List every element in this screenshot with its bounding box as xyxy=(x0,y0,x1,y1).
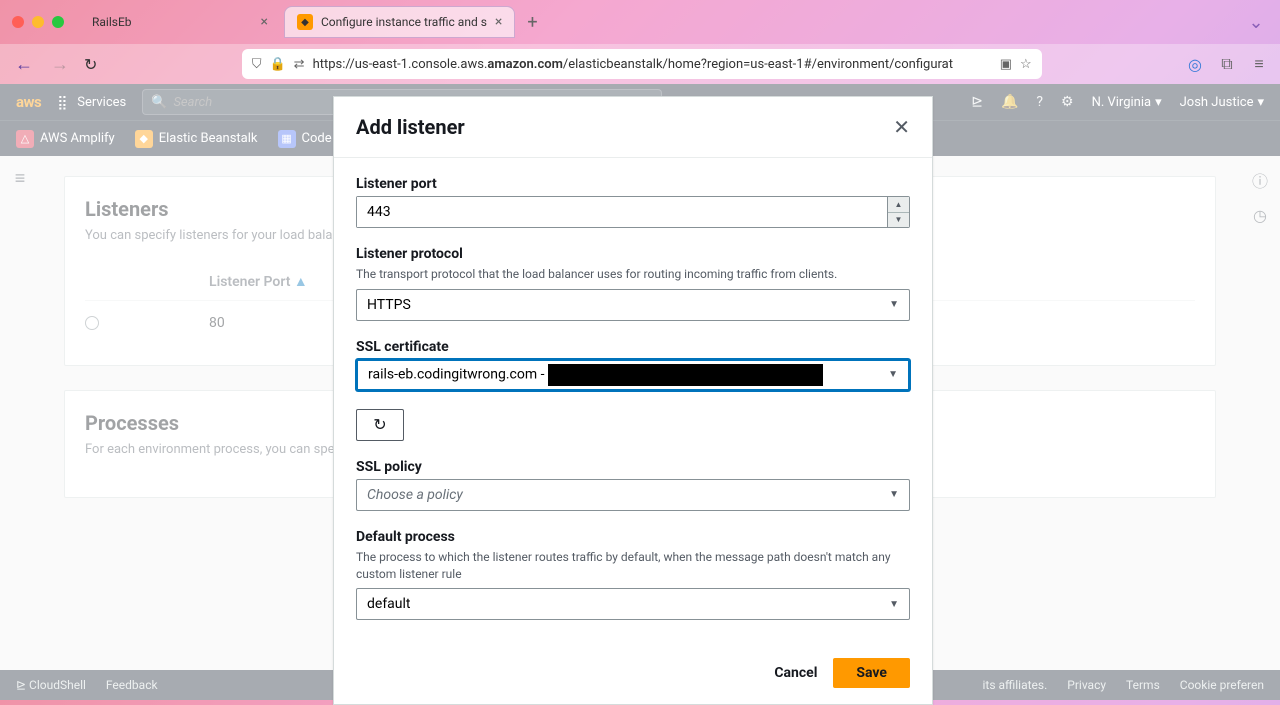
forward-button[interactable]: → xyxy=(48,54,72,75)
listener-protocol-label: Listener protocol xyxy=(356,246,910,262)
modal-footer: Cancel Save xyxy=(334,646,932,704)
save-button[interactable]: Save xyxy=(833,658,910,688)
extensions-icon[interactable]: ⧉ xyxy=(1218,55,1236,73)
select-value: HTTPS xyxy=(367,297,411,313)
close-icon[interactable]: × xyxy=(495,14,502,30)
reload-button[interactable]: ↻ xyxy=(84,55,97,74)
back-button[interactable]: ← xyxy=(12,54,36,75)
address-bar[interactable]: ⛉ 🔒 ⇄ https://us-east-1.console.aws.amaz… xyxy=(242,49,1042,79)
browser-toolbar-right: ◎ ⧉ ≡ xyxy=(1186,55,1268,73)
shield-icon[interactable]: ⛉ xyxy=(252,57,262,72)
select-placeholder: Choose a policy xyxy=(367,487,463,503)
aws-favicon-icon: ◆ xyxy=(297,14,313,30)
ssl-certificate-select[interactable]: rails-eb.codingitwrong.com - ▼ xyxy=(356,359,910,391)
field-default-process: Default process The process to which the… xyxy=(356,529,910,621)
select-value: rails-eb.codingitwrong.com - xyxy=(368,364,823,386)
chevron-down-icon[interactable]: ⌄ xyxy=(1244,12,1268,33)
reader-icon[interactable]: ▣ xyxy=(1000,57,1012,72)
redacted-text xyxy=(548,364,823,386)
number-spinner: ▲ ▼ xyxy=(887,197,909,227)
window-minimize[interactable] xyxy=(32,16,44,28)
lock-icon: 🔒 xyxy=(269,57,285,72)
ssl-certificate-label: SSL certificate xyxy=(356,339,910,355)
close-button[interactable]: ✕ xyxy=(893,117,910,137)
modal-header: Add listener ✕ xyxy=(334,97,932,158)
refresh-button[interactable]: ↻ xyxy=(356,409,404,441)
field-refresh: ↻ xyxy=(356,409,910,441)
password-icon[interactable]: ◎ xyxy=(1186,55,1204,73)
modal-title: Add listener xyxy=(356,115,465,139)
port-input[interactable] xyxy=(357,197,887,227)
permissions-icon[interactable]: ⇄ xyxy=(294,57,305,72)
tab-title: Configure instance traffic and s xyxy=(321,15,487,29)
address-bar-row: ← → ↻ ⛉ 🔒 ⇄ https://us-east-1.console.aw… xyxy=(0,44,1280,84)
add-listener-modal: Add listener ✕ Listener port ▲ ▼ Listene… xyxy=(333,96,933,705)
field-ssl-policy: SSL policy Choose a policy ▼ xyxy=(356,459,910,511)
window-close[interactable] xyxy=(12,16,24,28)
field-listener-protocol: Listener protocol The transport protocol… xyxy=(356,246,910,321)
ssl-policy-label: SSL policy xyxy=(356,459,910,475)
ssl-policy-select[interactable]: Choose a policy ▼ xyxy=(356,479,910,511)
tab-title: RailsEb xyxy=(92,15,132,29)
refresh-icon: ↻ xyxy=(373,415,386,434)
tab-strip: RailsEb × ◆ Configure instance traffic a… xyxy=(80,6,538,38)
browser-tab-railseb[interactable]: RailsEb × xyxy=(80,6,280,38)
spinner-up-icon[interactable]: ▲ xyxy=(888,197,909,213)
cancel-button[interactable]: Cancel xyxy=(774,665,817,681)
chevron-down-icon: ▼ xyxy=(889,489,899,500)
spinner-down-icon[interactable]: ▼ xyxy=(888,213,909,228)
chevron-down-icon: ▼ xyxy=(889,599,899,610)
default-process-select[interactable]: default ▼ xyxy=(356,588,910,620)
close-icon[interactable]: × xyxy=(261,14,268,30)
window-controls xyxy=(12,16,64,28)
browser-titlebar: RailsEb × ◆ Configure instance traffic a… xyxy=(0,0,1280,44)
field-listener-port: Listener port ▲ ▼ xyxy=(356,176,910,228)
modal-body: Listener port ▲ ▼ Listener protocol The … xyxy=(334,158,932,646)
default-process-help: The process to which the listener routes… xyxy=(356,549,910,583)
default-process-label: Default process xyxy=(356,529,910,545)
browser-tab-configure[interactable]: ◆ Configure instance traffic and s × xyxy=(284,6,515,38)
listener-port-label: Listener port xyxy=(356,176,910,192)
chevron-down-icon: ▼ xyxy=(888,369,898,380)
new-tab-button[interactable]: + xyxy=(527,12,537,33)
field-ssl-certificate: SSL certificate rails-eb.codingitwrong.c… xyxy=(356,339,910,391)
listener-protocol-select[interactable]: HTTPS ▼ xyxy=(356,289,910,321)
window-maximize[interactable] xyxy=(52,16,64,28)
listener-port-input[interactable]: ▲ ▼ xyxy=(356,196,910,228)
select-value: default xyxy=(367,596,411,612)
menu-icon[interactable]: ≡ xyxy=(1250,55,1268,73)
url-text: https://us-east-1.console.aws.amazon.com… xyxy=(313,57,992,72)
chevron-down-icon: ▼ xyxy=(889,299,899,310)
bookmark-icon[interactable]: ☆ xyxy=(1020,57,1032,72)
listener-protocol-help: The transport protocol that the load bal… xyxy=(356,266,910,283)
